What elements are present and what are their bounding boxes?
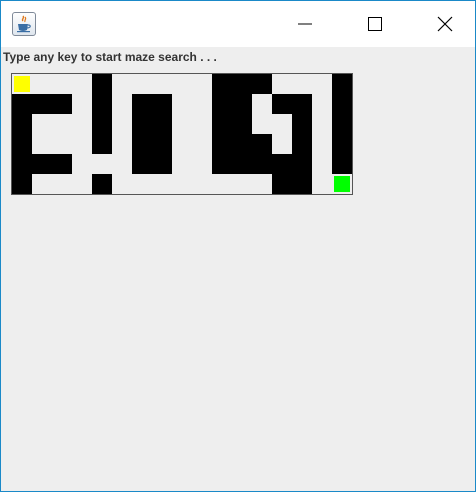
maze-wall-cell	[232, 114, 252, 134]
maze-wall-cell	[232, 74, 252, 94]
maze-wall-cell	[212, 74, 232, 94]
maze-wall-cell	[152, 154, 172, 174]
maze-wall-cell	[212, 154, 232, 174]
maze-wall-cell	[292, 154, 312, 174]
maze-wall-cell	[152, 114, 172, 134]
maze-wall-cell	[132, 94, 152, 114]
maze-wall-cell	[132, 114, 152, 134]
maze-wall-cell	[232, 134, 252, 154]
close-button[interactable]	[417, 1, 473, 47]
maze-wall-cell	[12, 154, 32, 174]
maze-wall-cell	[252, 154, 272, 174]
maze-wall-cell	[232, 154, 252, 174]
maze-wall-cell	[92, 94, 112, 114]
maze-wall-cell	[32, 94, 52, 114]
maze-wall-cell	[212, 134, 232, 154]
maze-wall-cell	[332, 114, 352, 134]
maze-start-cell	[14, 76, 30, 92]
maximize-icon	[368, 17, 382, 31]
maze-wall-cell	[92, 174, 112, 194]
maze-wall-cell	[132, 154, 152, 174]
maze-wall-cell	[272, 154, 292, 174]
maze-wall-cell	[252, 134, 272, 154]
maze-wall-cell	[232, 94, 252, 114]
java-coffee-cup-icon[interactable]	[12, 12, 36, 36]
maze-wall-cell	[272, 94, 292, 114]
maze-wall-cell	[92, 114, 112, 134]
maze-wall-cell	[12, 94, 32, 114]
maze-wall-cell	[152, 134, 172, 154]
maze-wall-cell	[32, 154, 52, 174]
maze-wall-cell	[12, 134, 32, 154]
maze-wall-cell	[92, 74, 112, 94]
maximize-button[interactable]	[347, 1, 403, 47]
maze-wall-cell	[272, 174, 292, 194]
maze-wall-cell	[292, 174, 312, 194]
maze-wall-cell	[132, 134, 152, 154]
maze-wall-cell	[332, 134, 352, 154]
maze-wall-cell	[52, 94, 72, 114]
maze-wall-cell	[332, 154, 352, 174]
status-message: Type any key to start maze search . . .	[3, 50, 217, 64]
minimize-button[interactable]	[277, 1, 333, 47]
maze-panel[interactable]: Type any key to start maze search . . .	[1, 47, 475, 491]
maze-wall-cell	[252, 74, 272, 94]
maze-grid	[11, 73, 353, 195]
maze-wall-cell	[292, 114, 312, 134]
maze-wall-cell	[12, 114, 32, 134]
maze-wall-cell	[212, 114, 232, 134]
title-bar[interactable]	[1, 1, 475, 47]
maze-wall-cell	[52, 154, 72, 174]
close-icon	[437, 16, 453, 32]
maze-goal-cell	[334, 176, 350, 192]
maze-wall-cell	[212, 94, 232, 114]
maze-wall-cell	[152, 94, 172, 114]
minimize-icon	[298, 23, 312, 25]
maze-wall-cell	[292, 134, 312, 154]
app-window: Type any key to start maze search . . .	[0, 0, 476, 492]
maze-wall-cell	[332, 94, 352, 114]
maze-wall-cell	[332, 74, 352, 94]
maze-wall-cell	[12, 174, 32, 194]
maze-wall-cell	[92, 134, 112, 154]
maze-wall-cell	[292, 94, 312, 114]
